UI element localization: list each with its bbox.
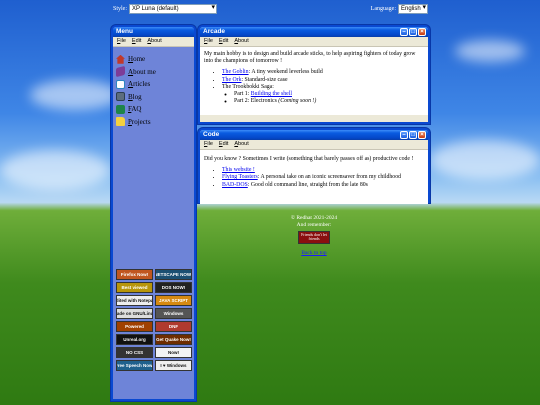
- close-icon[interactable]: ×: [418, 131, 426, 139]
- arcade-window-menubar: File Edit About: [200, 37, 428, 47]
- arcade-window: Arcade – □ × File Edit About My main hob…: [198, 25, 430, 124]
- bad-dos-link[interactable]: BAD-DOS: [222, 182, 248, 188]
- menu-file[interactable]: File: [204, 140, 213, 149]
- nav-item-projects[interactable]: Projects: [116, 116, 194, 129]
- style-select[interactable]: XP Luna (default): [129, 4, 218, 14]
- menu-about[interactable]: About: [234, 37, 248, 46]
- web-badge[interactable]: Edited with Notepad: [116, 295, 153, 306]
- menu-window-title: Menu: [116, 28, 133, 35]
- ork-link[interactable]: The Ork: [222, 77, 241, 83]
- arcade-window-titlebar[interactable]: Arcade – □ ×: [200, 27, 428, 37]
- arcade-window-title: Arcade: [203, 28, 226, 35]
- list-item: The Goblin: A tiny weekend leverless bui…: [222, 69, 424, 76]
- web-badge[interactable]: Best viewed: [116, 282, 153, 293]
- menu-window: Menu File Edit About Home About me Artic…: [111, 25, 196, 401]
- language-selector-group: Language: English: [371, 4, 428, 14]
- style-label: Style:: [113, 6, 128, 12]
- code-window-menubar: File Edit About: [200, 140, 428, 150]
- minimize-icon[interactable]: –: [400, 131, 408, 139]
- web-badge[interactable]: DOS NOW!: [155, 282, 192, 293]
- style-selector-group: Style: XP Luna (default): [113, 4, 218, 14]
- list-item: The Ork: Standard-size case: [222, 77, 424, 84]
- minimize-icon[interactable]: –: [400, 28, 408, 36]
- menu-about[interactable]: About: [147, 37, 161, 46]
- web-badge[interactable]: I ♥ Windows: [155, 360, 192, 371]
- nav-item-about-me[interactable]: About me: [116, 66, 194, 79]
- arcade-list: The Goblin: A tiny weekend leverless bui…: [204, 69, 424, 105]
- web-badge[interactable]: Firefox Now!: [116, 269, 153, 280]
- close-icon[interactable]: ×: [418, 28, 426, 36]
- language-select[interactable]: English: [398, 4, 428, 14]
- document-icon: [116, 79, 125, 89]
- folder-icon: [116, 117, 125, 127]
- list-item: Flying Toasters: A personal take on an i…: [222, 174, 424, 181]
- web-badge[interactable]: NETSCAPE NOW!: [155, 269, 192, 280]
- badge-grid: Firefox Now! NETSCAPE NOW! Best viewed DOS …: [116, 269, 192, 371]
- web-badge[interactable]: Unreal.org: [116, 334, 153, 345]
- web-badge[interactable]: JAVA SCRIPT: [155, 295, 192, 306]
- maximize-icon[interactable]: □: [409, 28, 417, 36]
- arcade-intro: My main hobby is to design and build arc…: [204, 51, 416, 65]
- list-item: BAD-DOS: Good old command line, straight…: [222, 182, 424, 189]
- building-shell-link[interactable]: Building the shell: [251, 91, 292, 97]
- menu-edit[interactable]: Edit: [219, 37, 228, 46]
- menu-window-titlebar[interactable]: Menu: [113, 27, 194, 37]
- book-icon: [116, 66, 125, 78]
- web-badge[interactable]: Now!: [155, 347, 192, 358]
- web-badge[interactable]: Get Quake Now!: [155, 334, 192, 345]
- code-window-titlebar[interactable]: Code – □ ×: [200, 130, 428, 140]
- code-window: Code – □ × File Edit About Did you know …: [198, 128, 430, 204]
- arcade-window-content: My main hobby is to design and build arc…: [200, 47, 428, 115]
- footer: © Redhat 2021-2024 And remember: Friends…: [200, 215, 428, 257]
- list-item: The Trookbokki Saga: Part 1: Building th…: [222, 84, 424, 106]
- goblin-link[interactable]: The Goblin: [222, 69, 249, 75]
- computer-icon: [116, 92, 125, 102]
- web-badge[interactable]: Windows: [155, 308, 192, 319]
- nav-item-blog[interactable]: Blog: [116, 91, 194, 104]
- flying-toasters-link[interactable]: Flying Toasters: [222, 174, 258, 180]
- code-intro: Did you know ? Sometimes I write (someth…: [204, 156, 414, 162]
- menu-file[interactable]: File: [117, 37, 126, 46]
- code-window-content: Did you know ? Sometimes I write (someth…: [200, 150, 428, 204]
- help-book-icon: [116, 104, 125, 114]
- friends-stamp: Friends don't let friends: [298, 231, 330, 244]
- web-badge[interactable]: Made on GNU/Linux: [116, 308, 153, 319]
- this-website-link[interactable]: This website !: [222, 167, 255, 173]
- back-to-top-link[interactable]: Back to top: [301, 250, 326, 256]
- top-bar: Style: XP Luna (default) Language: Engli…: [0, 4, 540, 16]
- nav-item-faq[interactable]: FAQ: [116, 103, 194, 116]
- web-badge[interactable]: Free Speech Now!: [116, 360, 153, 371]
- nav-item-home[interactable]: Home: [116, 53, 194, 66]
- nav-list: Home About me Articles Blog FAQ Projects: [113, 47, 194, 128]
- nav-item-articles[interactable]: Articles: [116, 78, 194, 91]
- home-icon: [116, 54, 125, 64]
- menu-edit[interactable]: Edit: [132, 37, 141, 46]
- web-badge[interactable]: DNF: [155, 321, 192, 332]
- code-list: This website ! Flying Toasters: A person…: [204, 167, 424, 189]
- web-badge[interactable]: Powered: [116, 321, 153, 332]
- remember-text: And remember:: [296, 221, 332, 228]
- menu-window-menubar: File Edit About: [113, 37, 194, 47]
- menu-file[interactable]: File: [204, 37, 213, 46]
- list-item: Part 2: Electronics (Coming soon !): [234, 98, 424, 105]
- menu-edit[interactable]: Edit: [219, 140, 228, 149]
- code-window-title: Code: [203, 131, 220, 138]
- web-badge[interactable]: NO CSS: [116, 347, 153, 358]
- maximize-icon[interactable]: □: [409, 131, 417, 139]
- language-label: Language:: [370, 6, 396, 12]
- menu-about[interactable]: About: [234, 140, 248, 149]
